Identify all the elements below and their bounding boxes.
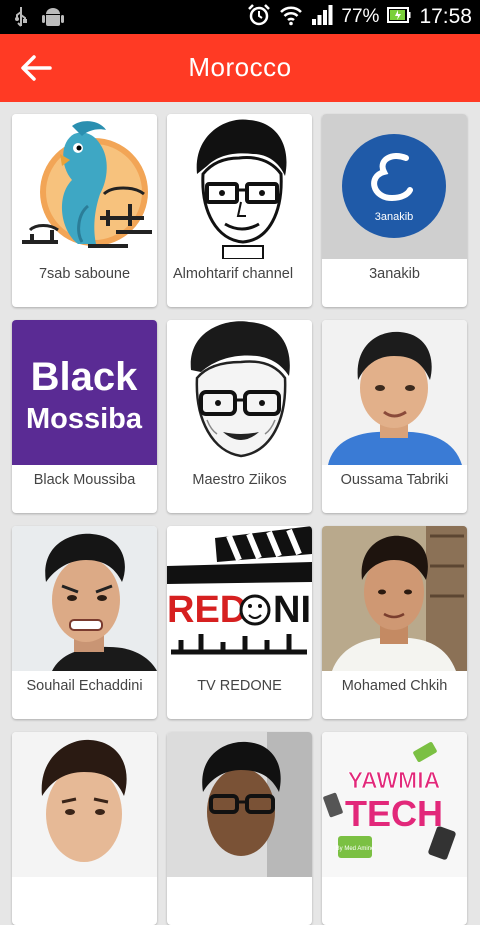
channel-name: Mohamed Chkih (341, 678, 448, 694)
usb-icon (14, 6, 28, 33)
android-icon (42, 6, 64, 33)
channel-thumbnail: RED NI (167, 526, 312, 671)
channel-card-mohamed-chkih[interactable]: Mohamed Chkih (322, 526, 467, 719)
channel-card-maestro-ziikos[interactable]: Maestro Ziikos (167, 320, 312, 513)
logo-line2: Mossiba (26, 403, 143, 435)
logo-text: 3anakib (375, 211, 414, 223)
channel-name: Black Moussiba (33, 472, 136, 488)
channel-name: Almohtarif channel (173, 266, 294, 282)
channel-name: 3anakib (369, 266, 420, 282)
channel-name: Maestro Ziikos (192, 472, 287, 488)
channel-card-almohtarif[interactable]: Almohtarif channel (167, 114, 312, 307)
logo-line1: Black (31, 355, 138, 399)
channel-grid: 7sab saboune Almohtarif channel 3anakib … (0, 102, 480, 925)
channel-name: TV REDONE (197, 678, 282, 694)
battery-percent: 77% (341, 6, 380, 27)
channel-name: 7sab saboune (38, 266, 131, 282)
logo-line2: TECH (345, 793, 443, 834)
battery-icon (387, 6, 411, 29)
page-title: Morocco (188, 52, 292, 82)
alarm-icon (247, 3, 271, 32)
wifi-icon (279, 4, 303, 31)
channel-thumbnail: Black Mossiba (12, 320, 157, 465)
channel-thumbnail (322, 526, 467, 671)
channel-card-3anakib[interactable]: 3anakib 3anakib (322, 114, 467, 307)
logo-text-mid: NI (273, 589, 311, 631)
channel-thumbnail (12, 526, 157, 671)
channel-card-souhail-echaddini[interactable]: Souhail Echaddini (12, 526, 157, 719)
channel-card-7sab-saboune[interactable]: 7sab saboune (12, 114, 157, 307)
app-bar: Morocco (0, 34, 480, 102)
channel-card-yawmia-tech[interactable]: YAWMIA TECH By Med Amine (322, 732, 467, 925)
channel-thumbnail (167, 320, 312, 465)
status-bar: 77% 17:58 (0, 0, 480, 34)
channel-thumbnail (12, 114, 157, 259)
channel-thumbnail: 3anakib (322, 114, 467, 259)
channel-thumbnail (167, 732, 312, 877)
channel-thumbnail (167, 114, 312, 259)
signal-icon (311, 4, 333, 30)
logo-text-top: RED (167, 589, 247, 631)
channel-card-tv-redone[interactable]: RED NI TV REDONE (167, 526, 312, 719)
channel-card-black-moussiba[interactable]: Black Mossiba Black Moussiba (12, 320, 157, 513)
channel-name: Oussama Tabriki (340, 472, 449, 488)
logo-sub: By Med Amine (336, 846, 375, 852)
channel-thumbnail: YAWMIA TECH By Med Amine (322, 732, 467, 877)
channel-card-oussama-tabriki[interactable]: Oussama Tabriki (322, 320, 467, 513)
clock: 17:58 (419, 5, 472, 28)
channel-card-row4-1[interactable] (12, 732, 157, 925)
channel-card-row4-2[interactable] (167, 732, 312, 925)
logo-line1: YAWMIA (348, 767, 440, 793)
channel-name: Souhail Echaddini (26, 678, 143, 694)
channel-thumbnail (12, 732, 157, 877)
channel-thumbnail (322, 320, 467, 465)
